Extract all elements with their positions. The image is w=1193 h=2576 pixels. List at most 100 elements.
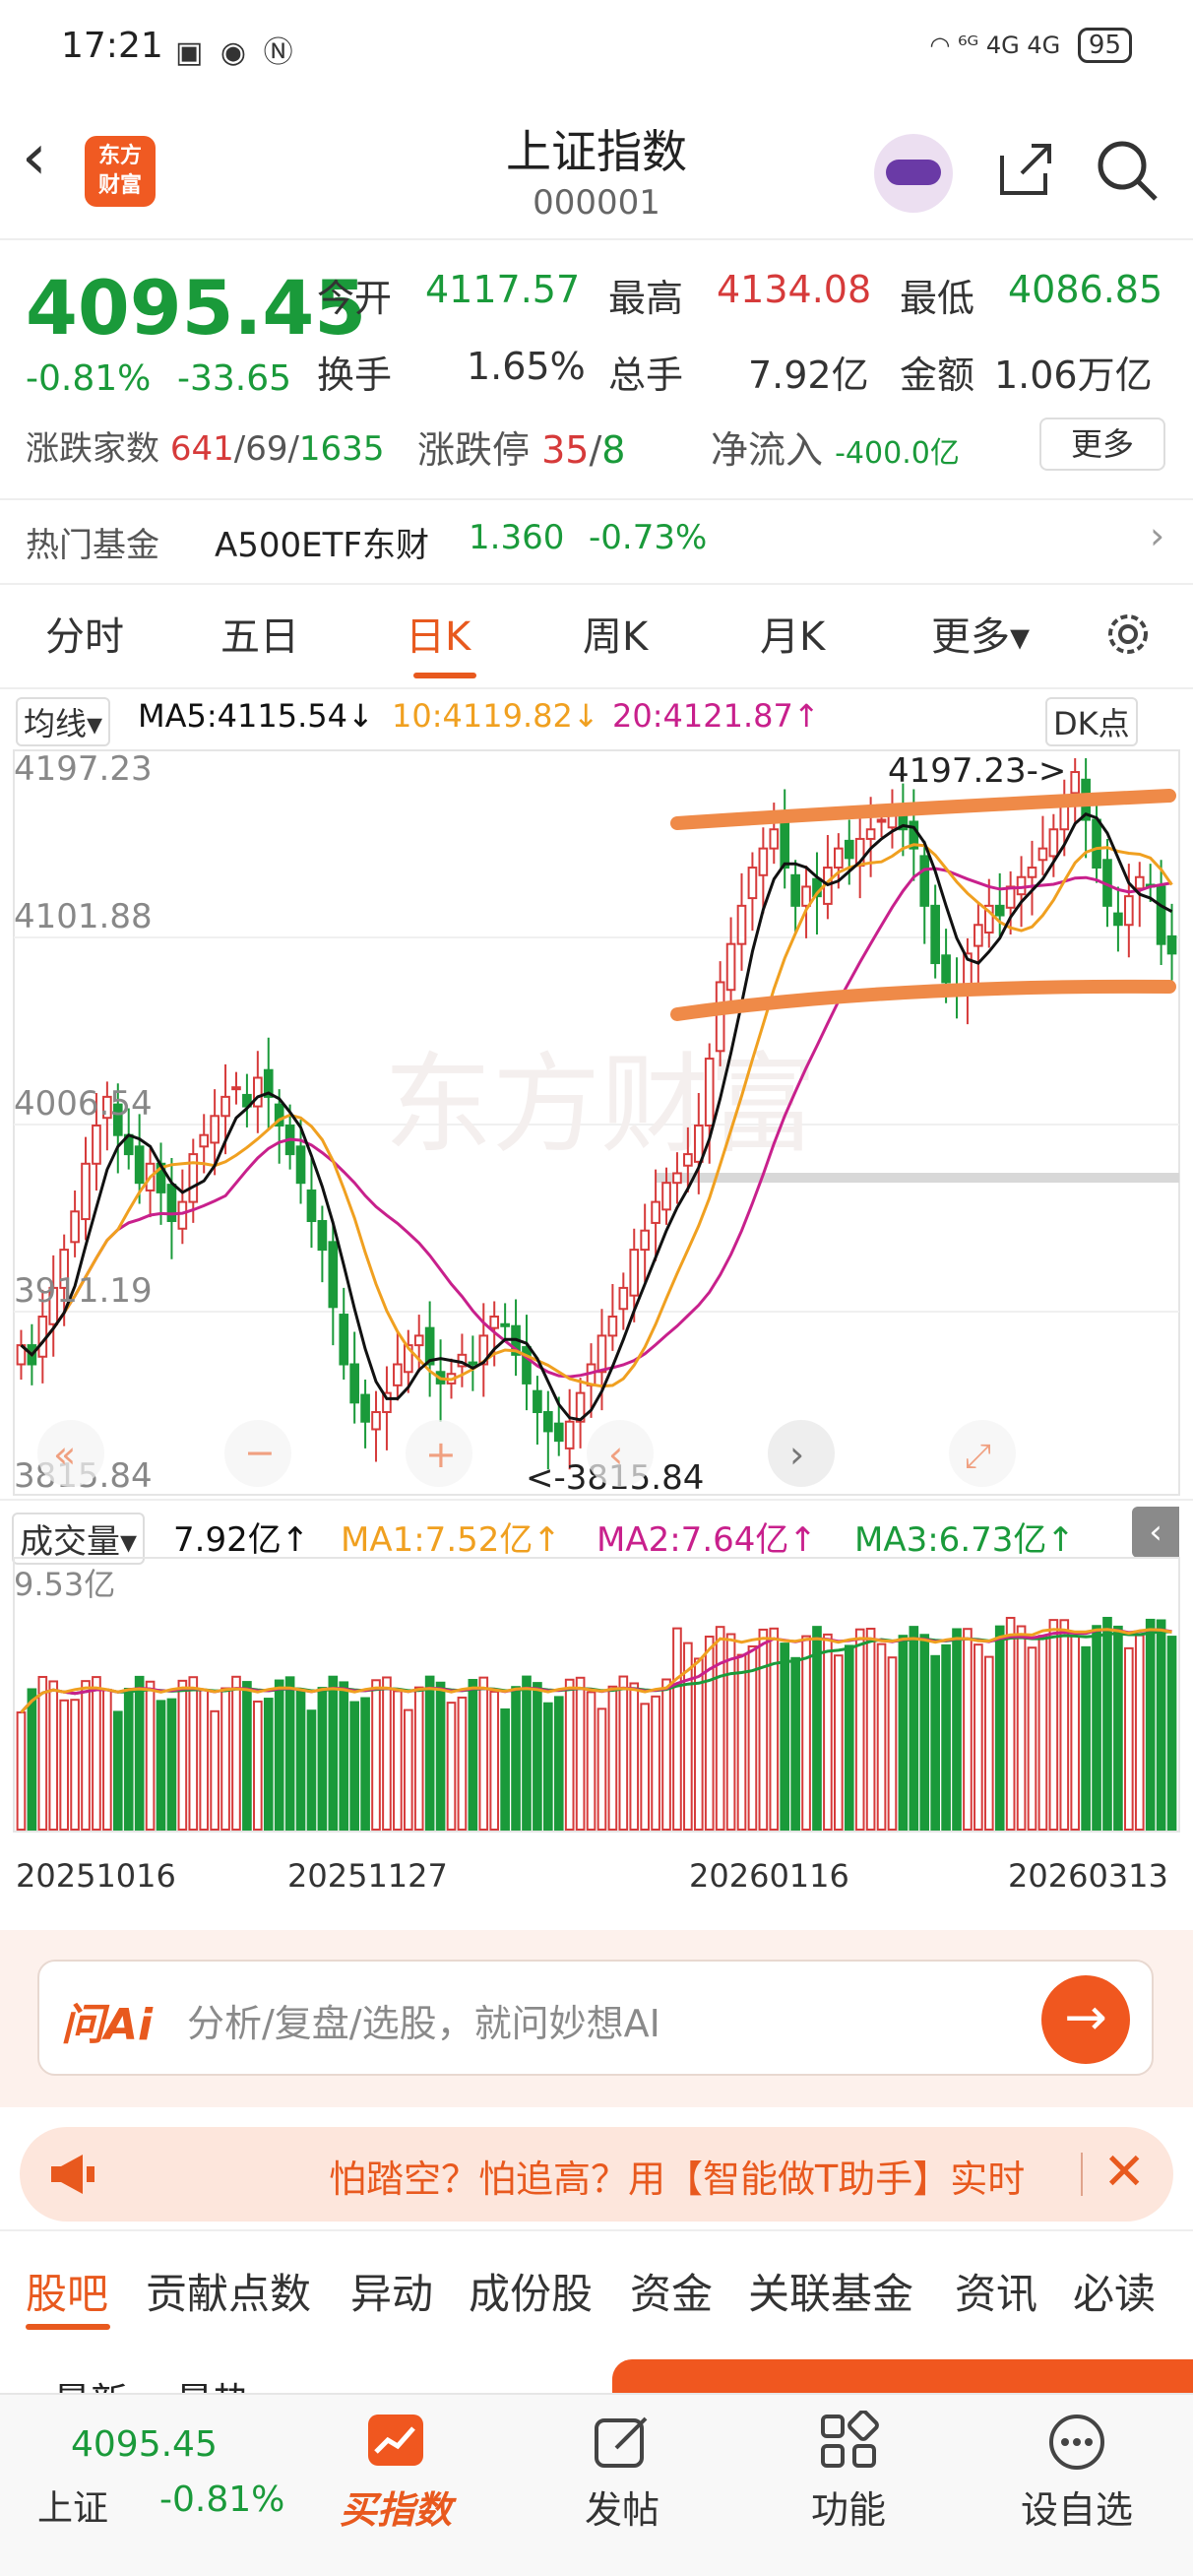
next-icon[interactable]: › (768, 1420, 835, 1487)
volume-bar (210, 1709, 220, 1831)
status-right: ◠ ⁶ᴳ 4G 4G 95 (929, 28, 1132, 63)
tab-five-day[interactable]: 五日 (220, 605, 299, 662)
tab-capital[interactable]: 资金 (630, 2261, 713, 2321)
close-icon[interactable]: ✕ (1102, 2143, 1146, 2202)
candle (166, 1184, 177, 1222)
hot-fund-row[interactable]: 热门基金 A500ETF东财 1.360 -0.73% › (0, 500, 1193, 585)
tab-more[interactable]: 更多▾ (931, 605, 1030, 662)
tab-constituents[interactable]: 成份股 (469, 2261, 593, 2321)
date-label: 20251127 (287, 1857, 448, 1895)
candle (618, 1286, 629, 1311)
volume-bar (435, 1681, 446, 1831)
ma-selector[interactable]: 均线▾ (16, 697, 111, 746)
volume-bar (715, 1626, 725, 1831)
prev-icon[interactable]: ‹ (587, 1420, 654, 1487)
volume-bar (145, 1680, 156, 1832)
hot-fund-name: A500ETF东财 (215, 526, 429, 565)
nav-add-watchlist[interactable]: 设自选 (998, 2479, 1156, 2534)
high-annotation: 4197.23-> (888, 751, 1066, 791)
candle (629, 1249, 640, 1297)
candle (553, 1422, 564, 1443)
volume-bar (747, 1644, 758, 1831)
limit-row: 涨跌停 35/8 (417, 428, 626, 472)
volume-bar (844, 1644, 854, 1831)
volume-bar (1048, 1619, 1059, 1831)
tab-weekly-k[interactable]: 周K (583, 605, 648, 662)
tab-news[interactable]: 资讯 (955, 2261, 1037, 2321)
volume-bar (812, 1626, 822, 1831)
dk-point-button[interactable]: DK点 (1045, 697, 1138, 746)
volume-bar (983, 1655, 994, 1832)
zoom-in-icon[interactable]: + (406, 1420, 472, 1487)
volume-bar (1070, 1635, 1081, 1831)
status-bar: 17:21 ▣ ◉ Ⓝ ◠ ⁶ᴳ 4G 4G 95 (0, 0, 1193, 98)
volume-bar (134, 1675, 145, 1831)
grid-icon[interactable] (817, 2411, 880, 2474)
svg-text:‹: ‹ (608, 1433, 623, 1476)
search-icon[interactable] (1093, 136, 1162, 205)
ai-input-placeholder[interactable]: 分析/复盘/选股，就问妙想AI (187, 1993, 660, 2047)
volume-bar (37, 1675, 48, 1832)
more-dots-icon[interactable] (1045, 2411, 1108, 2474)
volume-bar (468, 1679, 478, 1832)
tab-related-funds[interactable]: 关联基金 (748, 2261, 913, 2321)
candle (231, 1086, 241, 1091)
low-value: 4086.85 (1008, 268, 1163, 311)
candle (1037, 847, 1048, 862)
candle (1113, 912, 1123, 927)
nav-index-pct[interactable]: -0.81% (159, 2479, 284, 2520)
compose-icon[interactable] (591, 2411, 654, 2474)
chart-trend-icon[interactable] (364, 2411, 427, 2474)
nav-index-price[interactable]: 4095.45 (71, 2424, 218, 2465)
candle (1016, 875, 1027, 896)
nav-post[interactable]: 发帖 (543, 2479, 701, 2534)
scroll-left-icon[interactable]: « (37, 1420, 104, 1487)
candle (704, 1058, 715, 1127)
svg-text:+: + (425, 1433, 457, 1476)
tab-intraday[interactable]: 分时 (45, 605, 124, 662)
date-label: 20260116 (689, 1857, 849, 1895)
candlestick-chart[interactable]: 东方财富 4197.23 4101.88 4006.54 3911.19 381… (0, 748, 1193, 1497)
divider (0, 238, 1193, 240)
nav-buy-index[interactable]: 买指数 (317, 2479, 474, 2534)
volume-bar (317, 1687, 328, 1831)
candle (651, 1200, 660, 1224)
vol-ma3: MA3:6.73亿↑ (854, 1520, 1075, 1560)
ai-robot-button[interactable] (874, 134, 953, 213)
tab-guba[interactable]: 股吧 (26, 2261, 108, 2321)
volume-bar (876, 1642, 887, 1832)
inflow-label: 净流入 (711, 428, 824, 472)
battery-icon: 95 (1077, 28, 1132, 63)
gear-icon[interactable] (1100, 607, 1156, 662)
candle (769, 828, 780, 850)
open-label: 今开 (317, 277, 393, 320)
tab-movement[interactable]: 异动 (350, 2261, 433, 2321)
tab-contribution[interactable]: 贡献点数 (146, 2261, 311, 2321)
fullscreen-icon[interactable]: ⤢ (949, 1420, 1016, 1487)
svg-text:⤢: ⤢ (965, 1437, 991, 1476)
zoom-out-icon[interactable]: − (224, 1420, 291, 1487)
volume-bar (1005, 1616, 1016, 1832)
tab-must-read[interactable]: 必读 (1073, 2261, 1156, 2321)
tab-daily-k[interactable]: 日K (406, 605, 471, 662)
candle (371, 1411, 381, 1431)
promo-banner[interactable]: 怕踏空？怕追高？用【智能做T助手】实时 ✕ (20, 2127, 1173, 2222)
volume-bar (941, 1643, 951, 1831)
date-label: 20251016 (16, 1857, 176, 1895)
volume-bar (156, 1700, 166, 1831)
volume-bar (661, 1678, 671, 1831)
candle (489, 1316, 500, 1329)
volume-bar (1027, 1646, 1037, 1831)
volume-bar (403, 1708, 413, 1832)
volume-bar (112, 1710, 123, 1831)
nav-index-name[interactable]: 上证 (37, 2479, 108, 2531)
candle (543, 1411, 553, 1433)
active-subtab-indicator (26, 2324, 110, 2330)
tab-monthly-k[interactable]: 月K (760, 605, 825, 662)
collapse-icon[interactable]: ‹ (1132, 1507, 1179, 1558)
arrow-right-icon[interactable]: → (1041, 1975, 1130, 2064)
nav-functions[interactable]: 功能 (770, 2479, 927, 2534)
eye-icon: ◉ (220, 35, 251, 70)
share-icon[interactable] (994, 138, 1057, 201)
more-button[interactable]: 更多 (1039, 418, 1165, 471)
